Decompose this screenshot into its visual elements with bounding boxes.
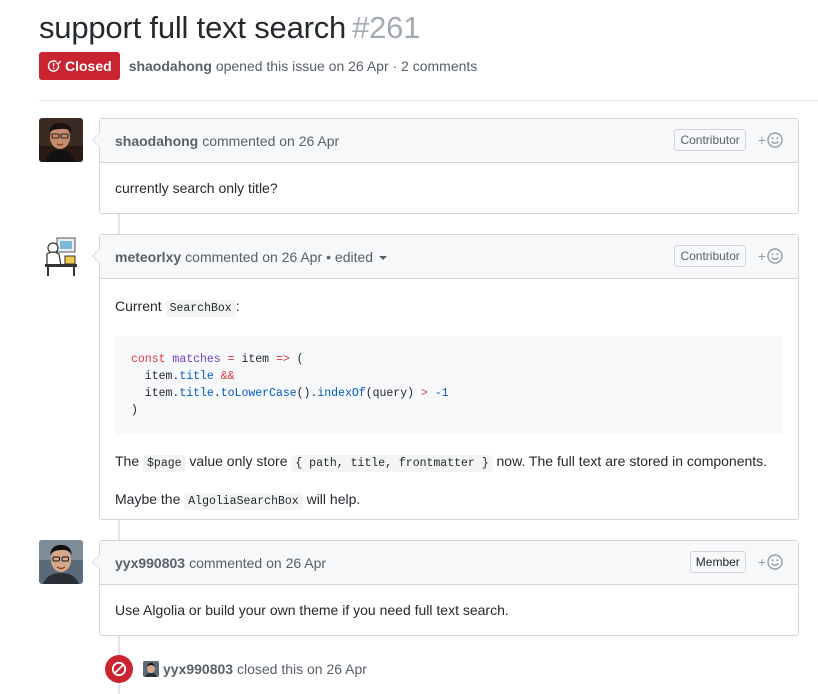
edited-dropdown[interactable]: • edited xyxy=(326,249,387,265)
role-badge: Member xyxy=(689,551,746,573)
issue-opened-text: opened this issue on 26 Apr · 2 comments xyxy=(215,58,478,74)
comment: shaodahong commented on 26 Apr Contribut… xyxy=(92,118,799,214)
comment-header: yyx990803 commented on 26 Apr Member + xyxy=(100,541,798,585)
comment: yyx990803 commented on 26 Apr Member + U… xyxy=(92,540,799,636)
comment-text: currently search only title? xyxy=(115,180,278,196)
role-badge: Contributor xyxy=(674,245,746,267)
comment-body: Current SearchBox: const matches = item … xyxy=(100,279,798,527)
comment-timestamp[interactable]: commented on 26 Apr xyxy=(202,133,339,149)
smiley-icon xyxy=(767,554,783,570)
header-divider xyxy=(39,100,818,101)
comment-paragraph: The $page value only store { path, title… xyxy=(115,451,783,474)
status-badge: Closed xyxy=(39,52,120,80)
closed-event-badge xyxy=(105,655,133,683)
text-span: will help. xyxy=(306,491,361,507)
avatar[interactable] xyxy=(143,661,159,677)
comment-header-actions: Contributor + xyxy=(674,245,783,267)
text-span: now. The full text are stored in compone… xyxy=(496,453,768,469)
text-span: Current xyxy=(115,298,162,314)
code-line: const matches = item => ( xyxy=(131,353,304,366)
comment-header: shaodahong commented on 26 Apr Contribut… xyxy=(100,119,798,163)
comment-paragraph: Maybe the AlgoliaSearchBox will help. xyxy=(115,489,783,512)
status-badge-label: Closed xyxy=(65,58,112,74)
comment-timestamp[interactable]: commented on 26 Apr xyxy=(185,249,322,265)
comment: meteorlxy commented on 26 Apr • edited C… xyxy=(92,234,799,520)
inline-code: { path, title, frontmatter } xyxy=(291,455,493,472)
edited-label: • edited xyxy=(326,248,374,265)
closed-event-actor[interactable]: yyx990803 xyxy=(163,661,233,677)
issue-author-link[interactable]: shaodahong xyxy=(129,58,212,74)
circle-slash-icon xyxy=(111,661,127,677)
issue-number: #261 xyxy=(352,10,421,45)
comment-body: Use Algolia or build your own theme if y… xyxy=(100,585,798,636)
text-span: The xyxy=(115,453,140,469)
timeline-connector xyxy=(118,214,120,234)
inline-code: $page xyxy=(143,455,186,472)
comment-author[interactable]: meteorlxy xyxy=(115,249,181,265)
caret-down-icon xyxy=(378,255,387,260)
avatar[interactable] xyxy=(39,118,83,162)
code-line: item.title && xyxy=(131,370,235,383)
comment-header-actions: Contributor + xyxy=(674,129,783,151)
smiley-icon xyxy=(767,132,783,148)
issue-title: support full text search #261 xyxy=(39,10,420,46)
add-reaction-button[interactable]: + xyxy=(758,132,783,148)
comment-header: meteorlxy commented on 26 Apr • edited C… xyxy=(100,235,798,279)
closed-event-text: yyx990803 closed this on 26 Apr xyxy=(163,661,367,677)
issue-meta: Closed shaodahong opened this issue on 2… xyxy=(39,52,477,80)
inline-code: SearchBox xyxy=(165,300,236,317)
comment-text: Use Algolia or build your own theme if y… xyxy=(115,602,509,618)
issue-closed-icon xyxy=(47,60,61,72)
text-span: value only store xyxy=(189,453,288,469)
comment-body: currently search only title? xyxy=(100,163,798,214)
comment-author[interactable]: shaodahong xyxy=(115,133,198,149)
closed-event: yyx990803 closed this on 26 Apr xyxy=(105,655,367,683)
issue-title-text: support full text search xyxy=(39,10,347,45)
comment-timestamp[interactable]: commented on 26 Apr xyxy=(189,555,326,571)
code-block: const matches = item => ( item.title && … xyxy=(115,336,783,434)
comment-author[interactable]: yyx990803 xyxy=(115,555,185,571)
comment-header-actions: Member + xyxy=(689,551,783,573)
role-badge: Contributor xyxy=(674,129,746,151)
comment-paragraph: Current SearchBox: xyxy=(115,296,783,319)
avatar[interactable] xyxy=(39,540,83,584)
avatar[interactable] xyxy=(39,234,83,278)
issue-meta-text: shaodahong opened this issue on 26 Apr ·… xyxy=(129,58,478,74)
closed-event-description: closed this on 26 Apr xyxy=(236,661,367,677)
add-reaction-button[interactable]: + xyxy=(758,248,783,264)
smiley-icon xyxy=(767,248,783,264)
add-reaction-button[interactable]: + xyxy=(758,554,783,570)
inline-code: AlgoliaSearchBox xyxy=(184,493,303,510)
code-line: item.title.toLowerCase().indexOf(query) … xyxy=(131,387,449,400)
code-line: ) xyxy=(131,404,138,417)
text-span: Maybe the xyxy=(115,491,181,507)
text-span: : xyxy=(235,298,240,314)
